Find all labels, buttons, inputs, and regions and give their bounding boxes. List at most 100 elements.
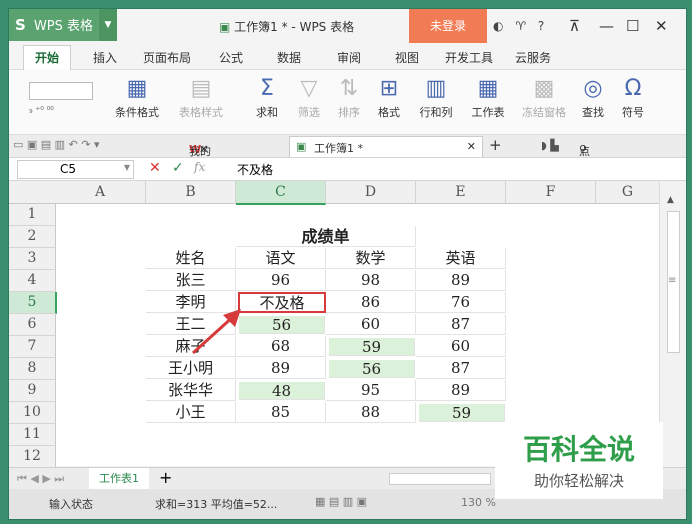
select-all-corner[interactable] bbox=[9, 181, 56, 204]
table-cell[interactable]: 86 bbox=[326, 292, 416, 313]
sort-button[interactable]: ⇅ 排序 bbox=[331, 74, 367, 120]
table-cell-failing[interactable]: 59 bbox=[329, 338, 415, 356]
row-header-4[interactable]: 4 bbox=[9, 270, 56, 292]
app-dropdown-icon[interactable]: ▼ bbox=[99, 9, 117, 41]
sum-button[interactable]: Σ 求和 bbox=[249, 74, 285, 120]
quick-access-icons[interactable]: ▭ ▣ ▤ ▥ ↶ ↷ ▾ bbox=[13, 138, 100, 151]
row-header-11[interactable]: 11 bbox=[9, 424, 56, 446]
doc-tab[interactable]: ▣ 工作簿1 * ✕ bbox=[289, 136, 483, 157]
minimize-button[interactable]: — bbox=[599, 17, 614, 35]
table-cell[interactable]: 89 bbox=[416, 270, 506, 291]
toolbar-extra-icons[interactable]: ◗ ▙ bbox=[541, 139, 559, 152]
name-box[interactable]: C5 ▼ bbox=[17, 160, 134, 179]
table-cell[interactable]: 95 bbox=[326, 380, 416, 401]
table-style-button[interactable]: ▤ 表格样式 bbox=[171, 74, 231, 120]
table-cell[interactable]: 60 bbox=[416, 336, 506, 357]
row-header-10[interactable]: 10 bbox=[9, 402, 56, 424]
format-button[interactable]: ⊞ 格式 bbox=[371, 74, 407, 120]
column-header-a[interactable]: A bbox=[55, 181, 146, 204]
worksheet-button[interactable]: ▦ 工作表 bbox=[465, 74, 511, 120]
table-cell[interactable]: 87 bbox=[416, 314, 506, 335]
menu-tab-data[interactable]: 数据 bbox=[277, 49, 301, 66]
rowcol-button[interactable]: ▥ 行和列 bbox=[413, 74, 459, 120]
column-header-f[interactable]: F bbox=[506, 181, 596, 204]
table-title[interactable]: 成绩单 bbox=[236, 226, 416, 247]
name-box-dropdown-icon[interactable]: ▼ bbox=[124, 163, 130, 172]
column-header-c[interactable]: C bbox=[236, 181, 326, 205]
fx-icon[interactable]: fx bbox=[194, 160, 205, 174]
row-header-12[interactable]: 12 bbox=[9, 446, 56, 468]
confirm-icon[interactable]: ✓ bbox=[172, 160, 184, 176]
header-english[interactable]: 英语 bbox=[416, 248, 506, 269]
row-header-9[interactable]: 9 bbox=[9, 380, 56, 402]
maximize-button[interactable]: ☐ bbox=[626, 17, 639, 35]
table-cell[interactable]: 96 bbox=[236, 270, 326, 291]
menu-tab-insert[interactable]: 插入 bbox=[93, 49, 117, 66]
table-cell[interactable]: 98 bbox=[326, 270, 416, 291]
sheet-tab-active[interactable]: 工作表1 bbox=[89, 468, 149, 491]
menu-tab-view[interactable]: 视图 bbox=[395, 49, 419, 66]
help-button[interactable]: ? bbox=[538, 19, 544, 33]
doc-tab-close-icon[interactable]: ✕ bbox=[467, 140, 476, 153]
table-cell[interactable]: 89 bbox=[416, 380, 506, 401]
header-name[interactable]: 姓名 bbox=[146, 248, 236, 269]
column-header-e[interactable]: E bbox=[416, 181, 506, 204]
shirt-icon[interactable]: ♈ bbox=[515, 19, 526, 33]
symbol-button[interactable]: Ω 符号 bbox=[615, 74, 651, 120]
row-header-5[interactable]: 5 bbox=[9, 292, 57, 314]
row-header-7[interactable]: 7 bbox=[9, 336, 56, 358]
header-math[interactable]: 数学 bbox=[326, 248, 416, 269]
zoom-level[interactable]: 130 % bbox=[461, 496, 496, 509]
decimal-icon[interactable]: ₉ ⁺⁰ ⁰⁰ bbox=[29, 106, 54, 116]
app-name: WPS 表格 bbox=[33, 19, 94, 34]
row-header-8[interactable]: 8 bbox=[9, 358, 56, 380]
menu-tab-review[interactable]: 审阅 bbox=[337, 49, 361, 66]
view-icons[interactable]: ▦ ▤ ▥ ▣ bbox=[315, 495, 367, 508]
filter-button[interactable]: ▽ 筛选 bbox=[291, 74, 327, 120]
table-cell[interactable]: 60 bbox=[326, 314, 416, 335]
menu-tab-cloud[interactable]: 云服务 bbox=[515, 49, 551, 66]
app-menu-button[interactable]: S WPS 表格 ▼ bbox=[9, 9, 117, 41]
table-cell-failing[interactable]: 59 bbox=[419, 404, 505, 422]
column-header-d[interactable]: D bbox=[326, 181, 416, 204]
close-tab-icon[interactable]: ✕ bbox=[199, 143, 208, 156]
menu-tab-developer[interactable]: 开发工具 bbox=[445, 49, 493, 66]
number-format-select[interactable] bbox=[29, 82, 93, 100]
vertical-scrollbar[interactable]: ▲ ≡ bbox=[659, 181, 686, 466]
restore-ribbon-icon[interactable]: ⊼ bbox=[569, 17, 580, 35]
find-button[interactable]: ◎ 查找 bbox=[575, 74, 611, 120]
column-header-b[interactable]: B bbox=[146, 181, 236, 204]
table-cell[interactable]: 王小明 bbox=[146, 358, 236, 379]
freeze-button[interactable]: ▩ 冻结窗格 bbox=[519, 74, 569, 120]
close-button[interactable]: ✕ bbox=[655, 17, 668, 35]
row-header-1[interactable]: 1 bbox=[9, 204, 56, 226]
table-cell[interactable]: 85 bbox=[236, 402, 326, 423]
cancel-icon[interactable]: ✕ bbox=[149, 160, 161, 176]
table-cell[interactable]: 89 bbox=[236, 358, 326, 379]
menu-tab-home[interactable]: 开始 bbox=[23, 45, 72, 72]
cond-format-button[interactable]: ▦ 条件格式 bbox=[105, 74, 169, 120]
login-button[interactable]: 未登录 bbox=[409, 9, 487, 43]
menu-tab-formula[interactable]: 公式 bbox=[219, 49, 243, 66]
scroll-up-icon[interactable]: ▲ bbox=[667, 195, 674, 205]
table-cell[interactable]: 88 bbox=[326, 402, 416, 423]
table-cell[interactable]: 张三 bbox=[146, 270, 236, 291]
row-header-6[interactable]: 6 bbox=[9, 314, 56, 336]
table-cell[interactable]: 87 bbox=[416, 358, 506, 379]
header-chinese[interactable]: 语文 bbox=[236, 248, 326, 269]
new-tab-icon[interactable]: + bbox=[489, 136, 502, 154]
table-cell[interactable]: 张华华 bbox=[146, 380, 236, 401]
skin-icon[interactable]: ◐ bbox=[493, 19, 503, 33]
table-cell[interactable]: 76 bbox=[416, 292, 506, 313]
row-header-2[interactable]: 2 bbox=[9, 226, 56, 248]
table-cell-failing[interactable]: 48 bbox=[239, 382, 325, 400]
sheet-nav-icons[interactable]: ⏮ ◀ ▶ ⏭ bbox=[17, 472, 64, 486]
menu-tab-page-layout[interactable]: 页面布局 bbox=[143, 49, 191, 66]
column-header-g[interactable]: G bbox=[596, 181, 660, 204]
row-header-3[interactable]: 3 bbox=[9, 248, 56, 270]
horizontal-scrollbar[interactable] bbox=[389, 473, 491, 485]
add-sheet-button[interactable]: + bbox=[159, 468, 172, 487]
formula-input[interactable]: 不及格 bbox=[237, 161, 273, 178]
table-cell-failing[interactable]: 56 bbox=[329, 360, 415, 378]
table-cell[interactable]: 小王 bbox=[146, 402, 236, 423]
